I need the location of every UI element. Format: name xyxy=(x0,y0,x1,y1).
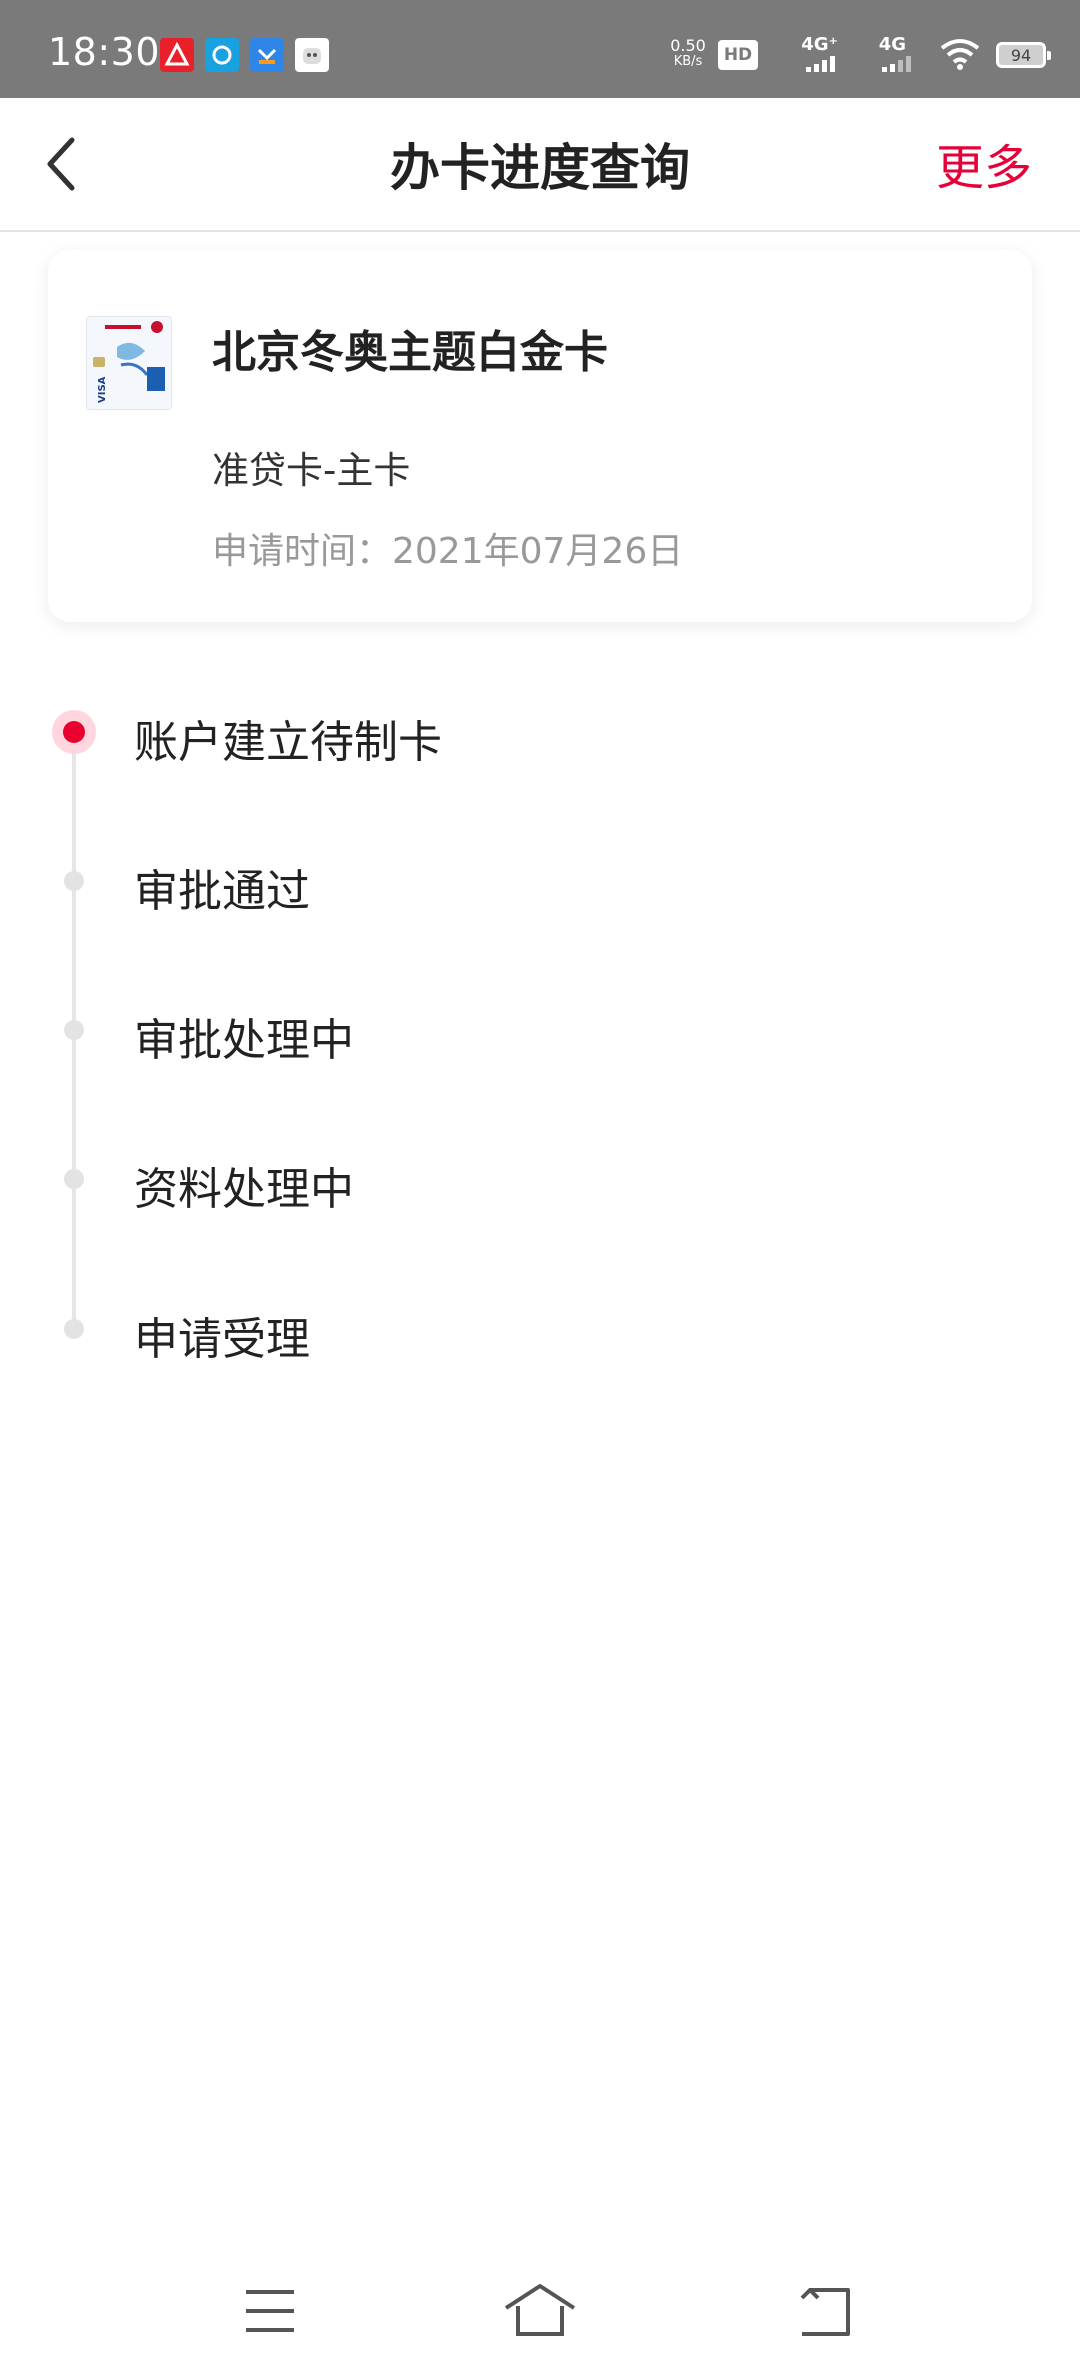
status-bar: 18:30 0.50 KB/s HD 4G⁺ 4G 94 xyxy=(0,0,1080,98)
svg-text:VISA: VISA xyxy=(97,376,108,403)
card-info-panel: VISA 北京冬奥主题白金卡 准贷卡-主卡 申请时间：2021年07月26日 xyxy=(48,250,1032,622)
status-time: 18:30 xyxy=(48,30,161,74)
status-indicators: 0.50 KB/s HD 4G⁺ 4G 94 xyxy=(626,34,1051,74)
timeline-dot xyxy=(64,871,84,891)
timeline-step: 审批处理中 xyxy=(0,990,1080,1070)
sim2-signal-icon xyxy=(882,56,914,72)
timeline-dot xyxy=(64,1020,84,1040)
back-icon[interactable] xyxy=(784,2276,864,2346)
menu-icon[interactable] xyxy=(230,2276,310,2346)
system-nav-bar xyxy=(0,2260,1080,2360)
sim1-signal-icon xyxy=(806,56,838,72)
timeline-step-label: 账户建立待制卡 xyxy=(134,717,442,768)
apply-time: 申请时间：2021年07月26日 xyxy=(212,531,684,572)
sim2-network-label: 4G xyxy=(878,34,906,55)
timeline-dot xyxy=(64,1319,84,1339)
timeline-step-label: 申请受理 xyxy=(134,1314,310,1365)
timeline-step: 审批通过 xyxy=(0,841,1080,921)
hd-badge: HD xyxy=(718,40,758,70)
app-blue-icon xyxy=(250,38,284,72)
net-speed-value: 0.50 xyxy=(670,36,706,55)
timeline-step-label: 审批通过 xyxy=(134,866,310,917)
timeline-step-label: 资料处理中 xyxy=(134,1164,354,1215)
more-button[interactable]: 更多 xyxy=(936,128,1032,198)
credit-card-image: VISA xyxy=(86,316,172,410)
pinduoduo-icon xyxy=(160,38,194,72)
card-type: 准贷卡-主卡 xyxy=(212,449,411,492)
wifi-icon xyxy=(940,39,980,70)
eleme-icon xyxy=(205,38,239,72)
card-name: 北京冬奥主题白金卡 xyxy=(212,327,608,378)
timeline-step: 账户建立待制卡 xyxy=(0,692,1080,772)
header: 办卡进度查询 更多 xyxy=(0,98,1080,232)
mascot-icon xyxy=(295,38,329,72)
battery-icon: 94 xyxy=(996,42,1051,68)
timeline-step: 资料处理中 xyxy=(0,1139,1080,1219)
battery-level: 94 xyxy=(1010,45,1032,65)
home-icon[interactable] xyxy=(500,2276,580,2346)
timeline-step: 申请受理 xyxy=(0,1289,1080,1369)
net-speed-unit: KB/s xyxy=(673,54,703,69)
timeline-dot xyxy=(64,1169,84,1189)
timeline-step-label: 审批处理中 xyxy=(134,1015,354,1066)
sim1-network-label: 4G⁺ xyxy=(801,34,838,55)
net-speed: 0.50 KB/s xyxy=(668,38,708,70)
timeline-dot-active xyxy=(52,710,96,754)
page-title: 办卡进度查询 xyxy=(390,139,690,197)
